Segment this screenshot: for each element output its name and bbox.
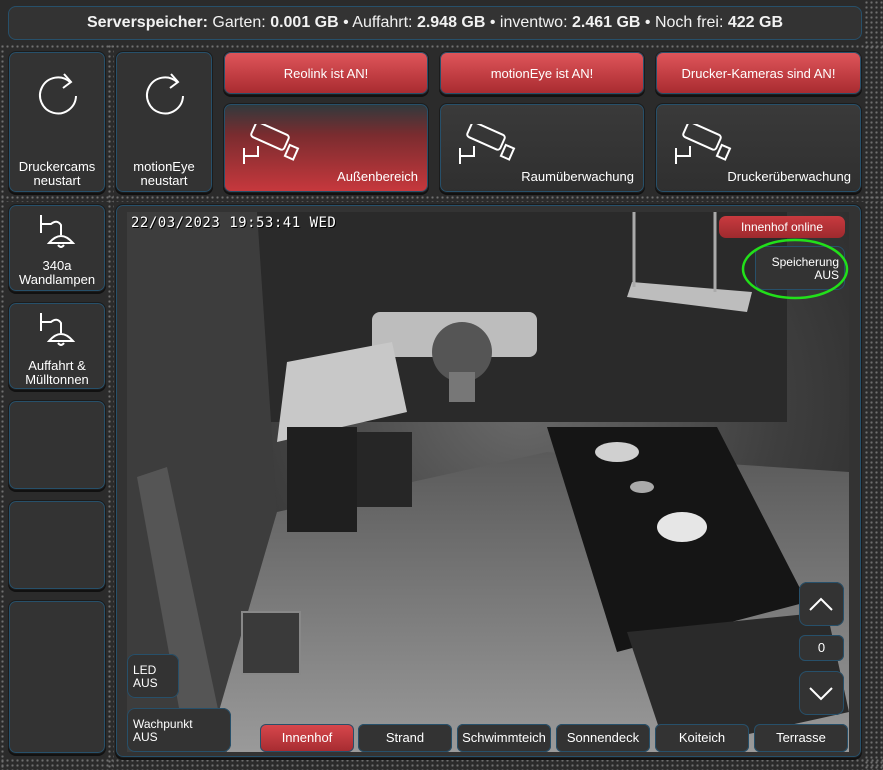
preset-up-button[interactable]: [799, 582, 844, 626]
camera-tab-innenhof-label: Innenhof: [281, 730, 333, 745]
drucker-kameras-status-button[interactable]: Drucker-Kameras sind AN!: [655, 51, 862, 95]
drucker-kameras-status-label: Drucker-Kameras sind AN!: [681, 65, 836, 81]
background-dots-mid: [0, 195, 883, 202]
storage-free-value: 422 GB: [727, 14, 784, 31]
camera-tab-terrasse[interactable]: Terrasse: [754, 724, 848, 752]
camera-online-badge: Innenhof online: [719, 216, 845, 238]
sidebar-item-wandlampen[interactable]: 340a Wandlampen: [8, 204, 106, 292]
sidebar-item-auffahrt-line1: Auffahrt &: [28, 358, 86, 373]
camera-tab-innenhof[interactable]: Innenhof: [260, 724, 354, 752]
sidebar-item-auffahrt[interactable]: Auffahrt & Mülltonnen: [8, 302, 106, 390]
separator: •: [489, 14, 500, 31]
background-dots-top: [0, 44, 883, 50]
refresh-icon: [146, 73, 184, 115]
video-timestamp: 22/03/2023 19:53:41 WED: [131, 215, 337, 231]
camera-tab-schwimmteich[interactable]: Schwimmteich: [457, 724, 551, 752]
storage-auffahrt-value: 2.948 GB: [416, 14, 490, 31]
motioneye-status-label: motionEye ist AN!: [490, 65, 594, 81]
motioneye-restart-line1: motionEye: [133, 159, 195, 174]
camera-tab-sonnendeck-label: Sonnendeck: [566, 730, 640, 745]
watchpoint-toggle-line2: AUS: [133, 730, 158, 744]
storage-garten-name: Garten:: [212, 14, 271, 31]
security-camera-icon: [675, 124, 732, 164]
wall-lamp-icon: [40, 313, 76, 346]
camera-tab-strand[interactable]: Strand: [358, 724, 452, 752]
camera-group-aussenbereich-label: Außenbereich: [337, 169, 418, 184]
druckercams-restart-button[interactable]: Druckercams neustart: [8, 51, 106, 193]
chevron-up-icon: [809, 597, 833, 611]
reolink-status-button[interactable]: Reolink ist AN!: [223, 51, 429, 95]
camera-tab-strand-label: Strand: [385, 730, 425, 745]
separator: •: [644, 14, 655, 31]
reolink-status-label: Reolink ist AN!: [283, 65, 369, 81]
refresh-icon: [39, 73, 77, 115]
storage-inventwo-value: 2.461 GB: [571, 14, 645, 31]
watchpoint-toggle-button[interactable]: Wachpunkt AUS: [127, 708, 231, 752]
motioneye-restart-button[interactable]: motionEye neustart: [115, 51, 213, 193]
background-dots-col: [107, 44, 114, 770]
camera-tab-sonnendeck[interactable]: Sonnendeck: [556, 724, 650, 752]
storage-header: Serverspeicher: Garten: 0.001 GB • Auffa…: [8, 6, 862, 40]
sidebar-item-empty-1[interactable]: [8, 400, 106, 490]
motioneye-restart-line2: neustart: [140, 173, 188, 188]
wall-lamp-icon: [40, 215, 76, 248]
storage-header-label: Serverspeicher:: [86, 14, 213, 31]
camera-tab-terrasse-label: Terrasse: [776, 730, 826, 745]
camera-group-raumueberwachung-label: Raumüberwachung: [521, 169, 634, 184]
security-camera-icon: [459, 124, 516, 164]
sidebar-item-empty-2[interactable]: [8, 500, 106, 590]
motioneye-status-button[interactable]: motionEye ist AN!: [439, 51, 645, 95]
storage-inventwo-name: inventwo:: [499, 14, 572, 31]
camera-tab-koiteich-label: Koiteich: [678, 730, 726, 745]
preset-down-button[interactable]: [799, 671, 844, 715]
separator: •: [343, 14, 353, 31]
led-toggle-line2: AUS: [133, 676, 158, 690]
security-camera-icon: [243, 124, 300, 164]
camera-group-aussenbereich[interactable]: Außenbereich: [223, 103, 429, 193]
sidebar-item-wandlampen-line2: Wandlampen: [18, 272, 96, 287]
camera-feed[interactable]: 22/03/2023 19:53:41 WED Innenhof online …: [127, 212, 849, 752]
camera-tab-koiteich[interactable]: Koiteich: [655, 724, 749, 752]
sidebar-item-empty-3[interactable]: [8, 600, 106, 754]
camera-tab-schwimmteich-label: Schwimmteich: [462, 730, 546, 745]
chevron-down-icon: [809, 687, 833, 701]
highlight-circle: [741, 238, 849, 300]
storage-auffahrt-name: Auffahrt:: [352, 14, 417, 31]
sidebar-item-wandlampen-line1: 340a: [42, 258, 72, 273]
druckercams-restart-line1: Druckercams: [18, 159, 96, 174]
camera-group-druckerueberwachung[interactable]: Druckerüberwachung: [655, 103, 862, 193]
led-toggle-button[interactable]: LED AUS: [127, 654, 179, 698]
storage-free-name: Noch frei:: [654, 14, 728, 31]
camera-group-druckerueberwachung-label: Druckerüberwachung: [727, 169, 851, 184]
background-dots-right: [864, 0, 883, 770]
background-dots-left: [0, 44, 6, 770]
sidebar-item-auffahrt-line2: Mülltonnen: [25, 372, 89, 387]
camera-group-raumueberwachung[interactable]: Raumüberwachung: [439, 103, 645, 193]
druckercams-restart-line2: neustart: [33, 173, 81, 188]
storage-garten-value: 0.001 GB: [270, 14, 344, 31]
preset-counter: 0: [799, 635, 844, 661]
background-dots-bottom: [0, 758, 883, 770]
